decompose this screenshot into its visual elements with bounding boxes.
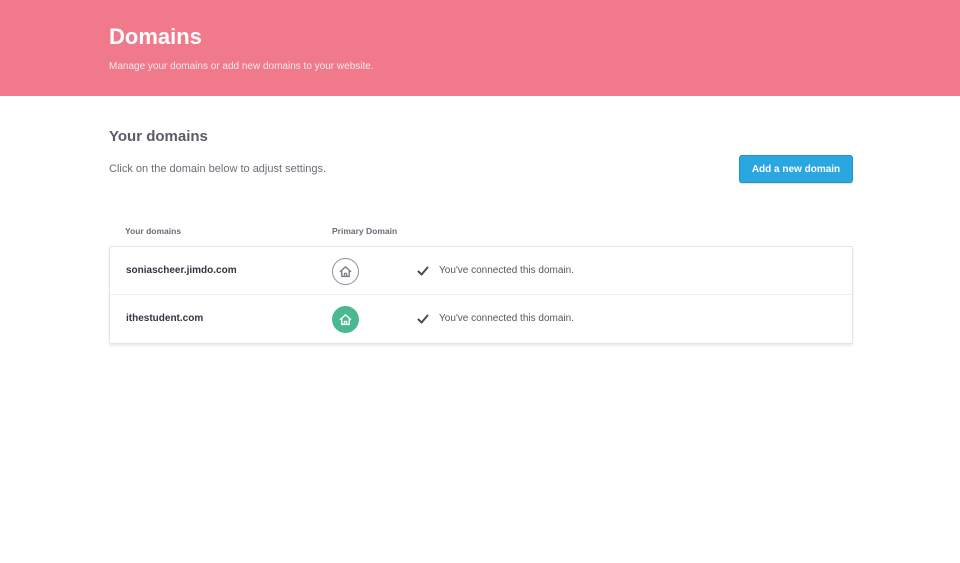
page-subtitle: Manage your domains or add new domains t…	[109, 61, 374, 72]
section-description: Click on the domain below to adjust sett…	[109, 163, 327, 175]
domain-row-soniascheer[interactable]: soniascheer.jimdo.com You've connected t…	[110, 247, 852, 295]
domain-row-ithestudent[interactable]: ithestudent.com You've connected this do…	[110, 295, 852, 343]
checkmark-icon	[417, 266, 429, 276]
home-icon[interactable]	[332, 258, 359, 285]
connection-status: You've connected this domain.	[439, 265, 574, 276]
page-title: Domains	[109, 24, 202, 49]
domain-name[interactable]: ithestudent.com	[126, 295, 203, 343]
add-domain-button[interactable]: Add a new domain	[739, 155, 853, 183]
connection-status: You've connected this domain.	[439, 313, 574, 324]
page-header: Domains Manage your domains or add new d…	[0, 0, 960, 96]
domain-name[interactable]: soniascheer.jimdo.com	[126, 247, 237, 295]
section-title: Your domains	[109, 128, 208, 145]
column-header-domain: Your domains	[125, 226, 182, 236]
checkmark-icon	[417, 314, 429, 324]
home-icon[interactable]	[332, 306, 359, 333]
column-header-primary: Primary Domain	[332, 226, 398, 236]
domains-table: soniascheer.jimdo.com You've connected t…	[109, 246, 853, 344]
